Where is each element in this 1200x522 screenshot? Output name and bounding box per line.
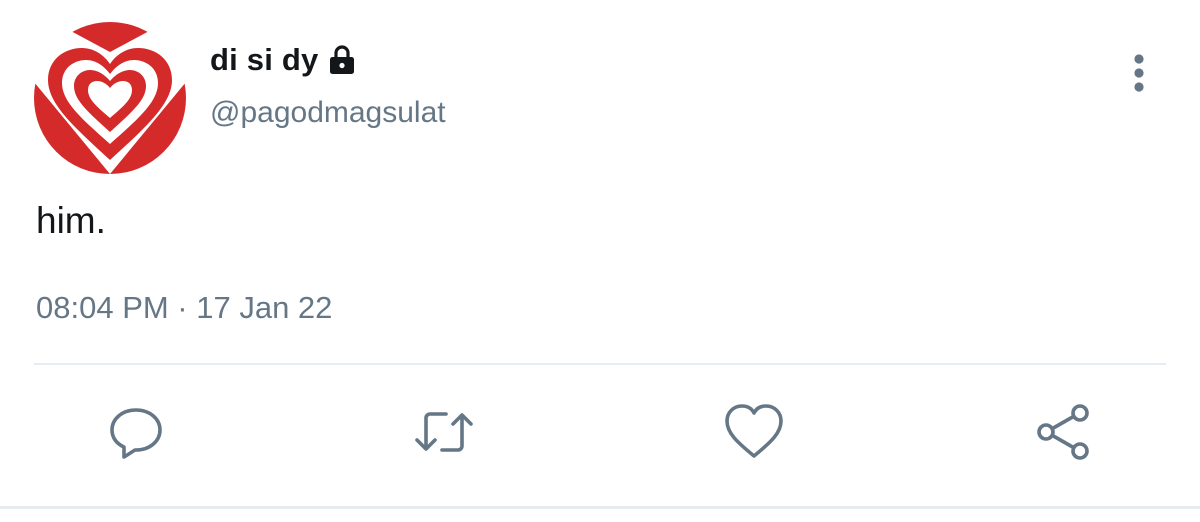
- heart-avatar-icon: [34, 22, 186, 174]
- avatar[interactable]: [34, 22, 186, 174]
- share-button[interactable]: [1032, 400, 1096, 464]
- heart-icon: [725, 404, 783, 458]
- tweet-text: him.: [36, 200, 106, 241]
- divider: [34, 363, 1166, 365]
- tweet-timestamp[interactable]: 08:04 PM · 17 Jan 22: [36, 290, 332, 326]
- tweet-card: di si dy @pagodmagsulat him. 08:04 PM · …: [0, 0, 1200, 522]
- reply-icon: [110, 408, 162, 459]
- retweet-button[interactable]: [412, 400, 476, 464]
- display-name[interactable]: di si dy: [210, 42, 318, 78]
- reply-button[interactable]: [104, 400, 168, 464]
- like-button[interactable]: [722, 400, 786, 464]
- lock-icon: [326, 44, 358, 76]
- bottom-divider: [0, 506, 1200, 509]
- share-icon: [1037, 404, 1089, 460]
- retweet-icon: [415, 412, 473, 452]
- more-vertical-icon[interactable]: [1124, 50, 1154, 96]
- user-handle[interactable]: @pagodmagsulat: [210, 96, 446, 130]
- user-name-row[interactable]: di si dy: [210, 40, 358, 80]
